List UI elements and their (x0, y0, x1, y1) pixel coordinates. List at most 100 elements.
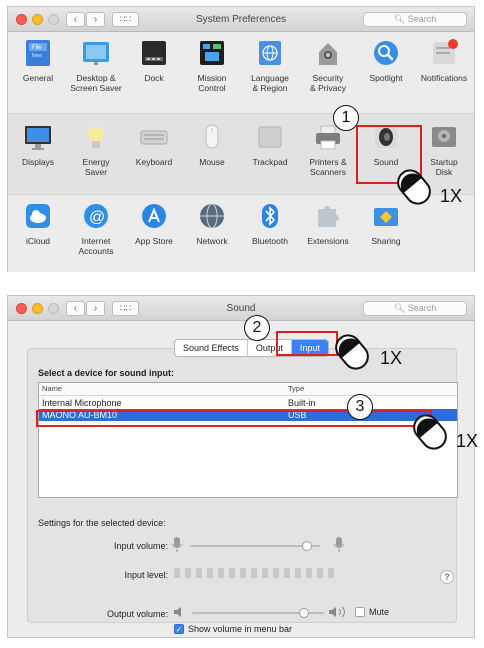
pane-security-privacy[interactable]: Security & Privacy (298, 38, 358, 93)
device-select-heading: Select a device for sound input: (38, 368, 175, 378)
output-volume-label: Output volume: (106, 609, 168, 619)
mission-control-icon (197, 38, 227, 68)
search-placeholder: Search (407, 303, 437, 313)
title-bar: ‹ › ∷∷ Sound 🔍︎ Search (8, 296, 474, 321)
input-level-label: Input level: (124, 570, 168, 580)
search-field[interactable]: 🔍︎ Search (363, 301, 467, 316)
pane-network[interactable]: Network (182, 201, 242, 246)
pane-label: Sharing (371, 236, 401, 246)
level-segment (251, 568, 257, 578)
pane-icloud[interactable]: iCloud (8, 201, 68, 246)
title-bar: ‹ › ∷∷ System Preferences 🔍︎ Search (8, 7, 474, 32)
input-volume-knob[interactable] (302, 541, 312, 551)
column-name-header[interactable]: Name (42, 383, 62, 395)
level-segment (262, 568, 268, 578)
pane-dock[interactable]: Dock (124, 38, 184, 83)
level-segment (240, 568, 246, 578)
spotlight-icon (371, 38, 401, 68)
at-icon: @ (81, 201, 111, 231)
help-icon: ? (444, 572, 450, 582)
pane-label: Trackpad (252, 157, 288, 167)
level-segment (185, 568, 191, 578)
pane-energy-saver[interactable]: Energy Saver (66, 122, 126, 177)
pane-notifications[interactable]: Notifications (414, 38, 474, 83)
speaker-low-icon (174, 607, 181, 617)
security-icon (313, 38, 343, 68)
mic-low-icon (171, 537, 183, 552)
mic-high-icon (333, 537, 345, 552)
pane-keyboard[interactable]: Keyboard (124, 122, 184, 167)
show-volume-checkbox[interactable]: ✓ (174, 624, 184, 634)
pane-mouse[interactable]: Mouse (182, 122, 242, 167)
level-segment (174, 568, 180, 578)
svg-text:@: @ (89, 209, 105, 226)
pane-spotlight[interactable]: Spotlight (356, 38, 416, 83)
search-placeholder: Search (407, 14, 437, 24)
level-segment (273, 568, 279, 578)
appstore-icon (139, 201, 169, 231)
search-field[interactable]: 🔍︎ Search (363, 12, 467, 27)
disk-icon (429, 122, 459, 152)
pane-label: Keyboard (135, 157, 173, 167)
displays-icon (23, 122, 53, 152)
svg-text:New: New (32, 53, 42, 59)
table-row[interactable]: Internal Microphone Built-in (39, 397, 457, 409)
pane-label: Displays (21, 157, 55, 167)
search-icon: 🔍︎ (393, 14, 406, 24)
sound-window: ‹ › ∷∷ Sound 🔍︎ Search Sound Effects Out… (7, 295, 475, 638)
level-segment (295, 568, 301, 578)
mute-checkbox[interactable] (355, 607, 365, 617)
trackpad-icon (255, 122, 285, 152)
notifications-icon (429, 38, 459, 68)
column-type-header[interactable]: Type (288, 383, 304, 395)
pane-label: Language & Region (251, 73, 289, 93)
pane-label: Security & Privacy (310, 73, 346, 93)
globe-icon (197, 201, 227, 231)
search-icon: 🔍︎ (393, 303, 406, 313)
pane-trackpad[interactable]: Trackpad (240, 122, 300, 167)
highlight-box-device-row (36, 410, 432, 427)
pane-label: Bluetooth (252, 236, 288, 246)
keyboard-icon (139, 122, 169, 152)
pane-displays[interactable]: Displays (8, 122, 68, 167)
input-volume-slider[interactable] (190, 545, 320, 547)
click-count-label: 1X (380, 348, 403, 368)
highlight-box-input-tab (276, 331, 338, 356)
level-segment (328, 568, 334, 578)
step-1-marker: 1 (333, 105, 359, 131)
pane-mission-control[interactable]: Mission Control (182, 38, 242, 93)
input-device-table[interactable]: Name Type Internal Microphone Built-in M… (38, 382, 458, 498)
pane-label: Extensions (307, 236, 349, 246)
step-3-marker: 3 (347, 394, 373, 420)
pane-bluetooth[interactable]: Bluetooth (240, 201, 300, 246)
pane-label: General (22, 73, 54, 83)
level-segment (218, 568, 224, 578)
svg-text:File: File (32, 45, 42, 51)
mute-label: Mute (369, 607, 390, 617)
pane-internet-accounts[interactable]: @ Internet Accounts (66, 201, 126, 256)
pane-extensions[interactable]: Extensions (298, 201, 358, 246)
pane-label: Desktop & Screen Saver (70, 73, 122, 93)
pane-desktop-screen-saver[interactable]: Desktop & Screen Saver (66, 38, 126, 93)
level-segment (317, 568, 323, 578)
pane-app-store[interactable]: App Store (124, 201, 184, 246)
click-mouse-icon (335, 334, 369, 370)
help-button[interactable]: ? (440, 570, 454, 584)
click-mouse-icon (413, 414, 447, 450)
cloud-icon (23, 201, 53, 231)
pane-label: Energy Saver (82, 157, 110, 177)
pane-label: Printers & Scanners (309, 157, 347, 177)
device-type: Built-in (288, 398, 316, 408)
settings-label: Settings for the selected device: (38, 518, 166, 528)
pane-label: iCloud (25, 236, 51, 246)
tab-sound-effects[interactable]: Sound Effects (175, 340, 248, 356)
prefs-row-personal: File New General Desktop & Screen Saver D… (8, 32, 474, 113)
pane-language-region[interactable]: Language & Region (240, 38, 300, 93)
pane-label: Dock (144, 73, 164, 83)
pane-general[interactable]: File New General (8, 38, 68, 83)
pane-label: Mouse (199, 157, 225, 167)
language-icon (255, 38, 285, 68)
level-segment (196, 568, 202, 578)
pane-label: Notifications (420, 73, 468, 83)
speaker-high-icon (329, 606, 345, 618)
